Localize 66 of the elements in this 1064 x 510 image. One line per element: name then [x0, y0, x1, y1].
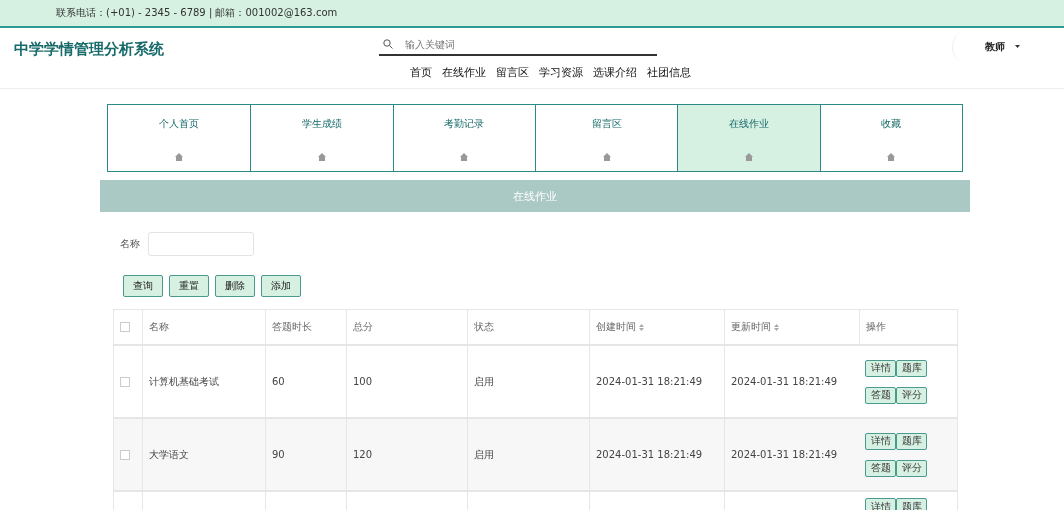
card-label: 在线作业	[729, 117, 769, 131]
site-title: 中学学情管理分析系统	[14, 39, 165, 60]
table-cell: 120	[353, 449, 373, 460]
row-action-button[interactable]: 答题	[865, 459, 896, 477]
column-header: 更新时间	[731, 320, 771, 334]
row-action-button[interactable]: 详情	[865, 359, 896, 377]
house-icon	[460, 153, 469, 161]
row-action-button[interactable]: 评分	[896, 386, 927, 404]
banner-title: 在线作业	[513, 188, 557, 204]
caret-icon[interactable]	[1015, 45, 1020, 48]
row-action-button[interactable]: 评分	[896, 459, 927, 477]
card-label: 收藏	[881, 117, 902, 131]
column-header: 状态	[474, 320, 494, 334]
house-icon	[887, 153, 896, 161]
nav-link[interactable]: 选课介绍	[593, 66, 637, 80]
action-button[interactable]: 查询	[123, 275, 163, 297]
card-label: 学生成绩	[302, 117, 342, 131]
checkbox[interactable]	[120, 376, 130, 387]
column-header: 操作	[866, 320, 886, 334]
house-icon	[602, 153, 611, 161]
table-cell: 100	[353, 376, 373, 387]
card-label: 留言区	[591, 117, 622, 131]
sort-icon[interactable]	[639, 323, 644, 331]
search-icon	[383, 39, 393, 49]
column-header: 总分	[353, 320, 373, 334]
contact-info: 联系电话：(+01) - 2345 - 6789 | 邮箱：001002@163.com	[56, 6, 338, 20]
house-icon	[318, 153, 326, 161]
checkbox[interactable]	[120, 449, 130, 460]
row-action-button[interactable]: 答题	[865, 386, 896, 404]
table-cell: 2024-01-31 18:21:49	[731, 449, 838, 460]
nav-link[interactable]: 留言区	[496, 66, 529, 80]
table-cell: 60	[272, 376, 285, 387]
sort-icon[interactable]	[774, 323, 779, 331]
table-cell: 90	[272, 449, 285, 460]
card-label: 考勤记录	[444, 117, 485, 131]
column-header: 创建时间	[596, 320, 636, 334]
nav-link[interactable]: 社团信息	[647, 66, 691, 80]
nav-link[interactable]: 在线作业	[442, 66, 486, 80]
table-cell: 启用	[474, 447, 494, 462]
card-label: 个人首页	[159, 117, 200, 131]
nav-link[interactable]: 首页	[410, 66, 432, 80]
table-cell: 2024-01-31 18:21:49	[731, 376, 838, 387]
house-icon	[745, 153, 753, 161]
action-button[interactable]: 重置	[169, 275, 209, 297]
user-name[interactable]: 教师	[985, 40, 1005, 54]
house-icon	[175, 153, 184, 161]
filter-label: 名称	[120, 237, 140, 251]
row-action-button[interactable]: 题库	[896, 498, 927, 510]
table-cell: 启用	[474, 374, 494, 389]
checkbox[interactable]	[120, 322, 130, 332]
row-action-button[interactable]: 题库	[896, 432, 927, 450]
row-action-button[interactable]: 详情	[865, 432, 896, 450]
search-field[interactable]: 输入关键词	[403, 37, 627, 51]
table-cell: 计算机基础考试	[149, 374, 219, 389]
menu-card[interactable]: 在线作业	[677, 105, 820, 171]
action-button[interactable]: 添加	[261, 275, 301, 297]
nav-link[interactable]: 学习资源	[539, 66, 583, 80]
table-cell: 2024-01-31 18:21:49	[596, 376, 703, 387]
table-cell: 大学语文	[149, 447, 189, 462]
row-action-button[interactable]: 详情	[865, 498, 896, 510]
action-button[interactable]: 删除	[215, 275, 255, 297]
column-header: 名称	[149, 320, 169, 334]
table-cell: 2024-01-31 18:21:49	[596, 449, 703, 460]
row-action-button[interactable]: 题库	[896, 359, 927, 377]
column-header: 答题时长	[272, 320, 312, 334]
name-input[interactable]	[148, 232, 254, 256]
